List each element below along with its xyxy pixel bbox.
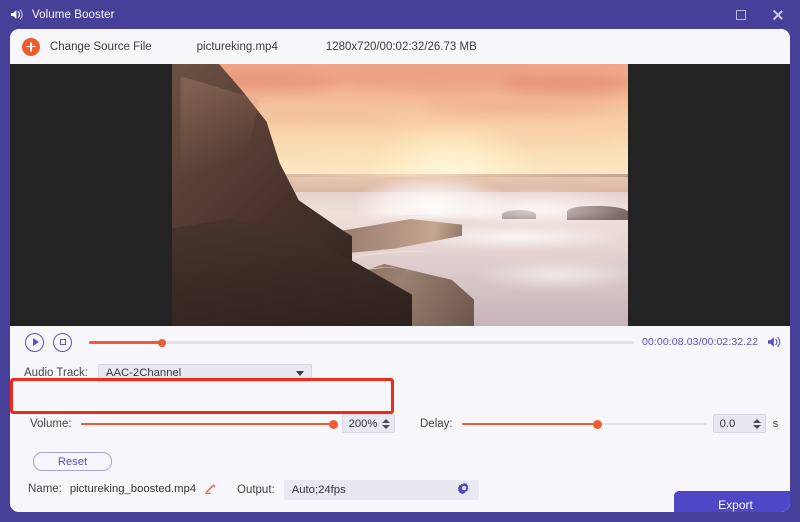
cloud [502,74,628,94]
maximize-button[interactable] [734,8,748,22]
delay-label: Delay: [420,418,453,430]
source-file-name: pictureking.mp4 [197,41,278,53]
stop-icon[interactable] [53,333,72,352]
delay-slider[interactable] [462,418,707,430]
seek-slider[interactable] [89,335,634,349]
audio-track-row: Audio Track: AAC-2Channel [24,364,312,382]
output-label: Output: [237,484,275,496]
seek-track [89,341,634,344]
delay-handle[interactable] [593,420,602,429]
delay-fill [462,423,597,426]
export-button[interactable]: Export [674,491,790,512]
maximize-icon [736,10,746,20]
delay-stepper[interactable]: 0.0 [713,414,766,433]
window-title: Volume Booster [32,9,115,21]
foam [472,260,628,290]
volume-label: Volume: [30,418,72,430]
reset-button[interactable]: Reset [33,452,112,471]
chevron-up-icon[interactable] [382,419,390,423]
volume-stepper[interactable]: 200% [342,414,395,433]
window-controls [734,8,792,22]
gear-icon[interactable] [457,482,471,499]
settings-section: Audio Track: AAC-2Channel Volume: 200% [10,358,790,474]
audio-track-label: Audio Track: [24,367,88,379]
time-readout: 00:00:08.03/00:02:32.22 [642,336,758,348]
output-name-row: Name: pictureking_boosted.mp4 [28,482,217,495]
volume-spinner[interactable] [382,419,390,429]
cloud [422,98,612,114]
delay-unit: s [773,418,779,430]
source-bar: Change Source File pictureking.mp4 1280x… [10,29,790,64]
stop-square [60,339,66,345]
chevron-down-icon [296,371,304,376]
transport-bar: 00:00:08.03/00:02:32.22 [10,326,790,358]
seek-fill [89,341,162,344]
wave-spray [472,188,628,222]
plus-circle-icon[interactable] [22,38,40,56]
name-label: Name: [28,483,62,495]
titlebar: Volume Booster [0,0,800,29]
delay-row: Delay: 0.0 s [420,414,778,433]
volume-booster-window: Volume Booster Change Source File pictur… [0,0,800,522]
output-format-value: Auto;24fps [292,484,346,496]
close-button[interactable] [770,8,784,22]
volume-value: 200% [349,418,378,430]
volume-slider[interactable] [81,418,336,430]
seek-handle[interactable] [158,339,166,347]
cloud [332,64,532,90]
main-panel: Change Source File pictureking.mp4 1280x… [10,29,790,512]
chevron-up-icon[interactable] [753,419,761,423]
pencil-icon[interactable] [196,482,217,495]
source-file-meta: 1280x720/00:02:32/26.73 MB [326,41,477,53]
titlebar-left: Volume Booster [10,8,115,21]
audio-track-value: AAC-2Channel [106,367,181,379]
speaker-icon [10,8,25,21]
play-triangle [33,338,39,346]
bottom-section: Name: pictureking_boosted.mp4 Output: Au… [10,474,790,512]
close-icon [771,8,784,21]
video-frame [172,64,628,326]
output-format-row: Output: Auto;24fps [237,480,479,500]
delay-spinner[interactable] [753,419,761,429]
video-preview[interactable] [10,64,790,326]
play-icon[interactable] [25,333,44,352]
volume-row: Volume: 200% [30,414,395,433]
chevron-down-icon[interactable] [382,425,390,429]
audio-track-select[interactable]: AAC-2Channel [98,364,312,382]
volume-fill [81,423,336,426]
output-format-field[interactable]: Auto;24fps [284,480,479,500]
delay-value: 0.0 [720,418,736,430]
volume-handle[interactable] [329,420,338,429]
output-name-value: pictureking_boosted.mp4 [70,483,196,495]
speaker-wave-icon[interactable] [758,335,783,349]
chevron-down-icon[interactable] [753,425,761,429]
change-source-file-button[interactable]: Change Source File [50,41,152,53]
